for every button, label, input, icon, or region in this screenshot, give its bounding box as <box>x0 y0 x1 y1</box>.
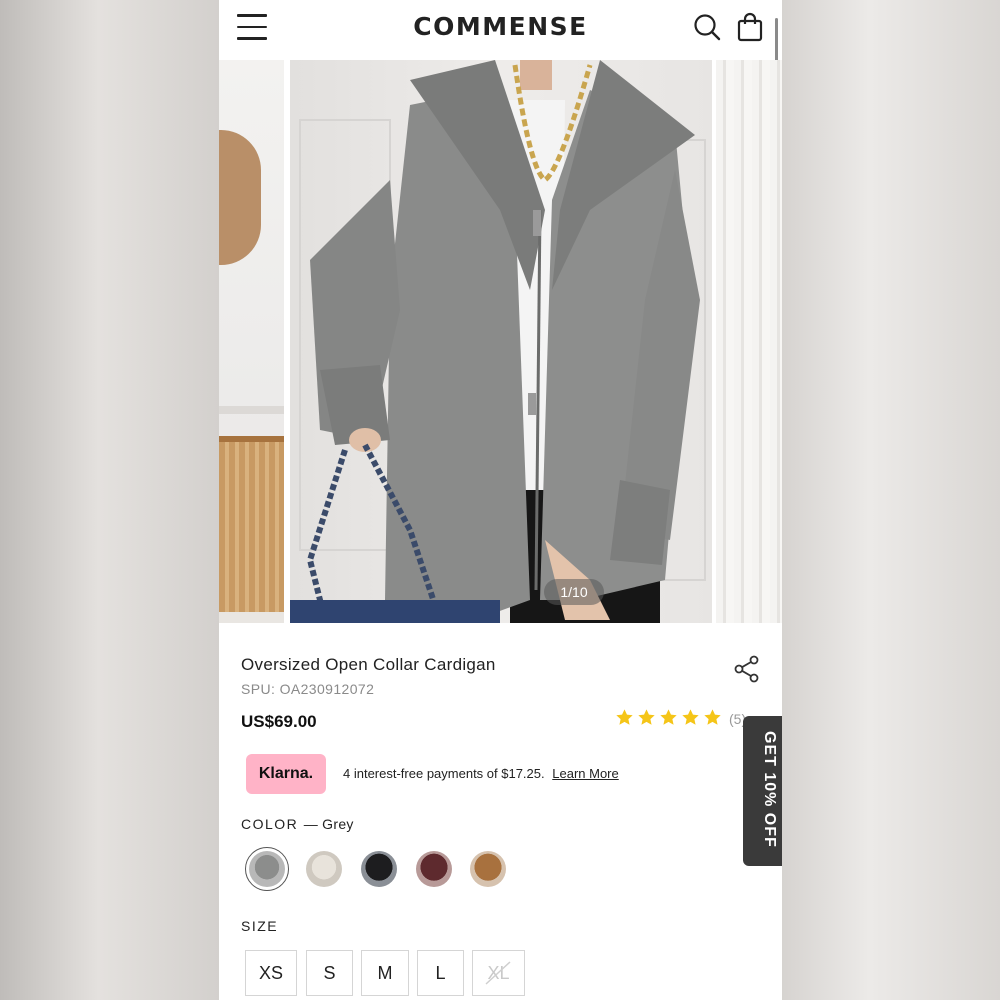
size-option-xs[interactable]: XS <box>245 950 297 996</box>
product-gallery[interactable]: 1/10 <box>219 60 782 623</box>
size-label: SIZE <box>241 918 279 934</box>
size-option-xl: XL <box>472 950 525 996</box>
discount-promo-tab[interactable]: GET 10% OFF <box>743 716 782 866</box>
search-icon[interactable] <box>693 12 721 42</box>
promo-text: GET 10% OFF <box>761 731 778 848</box>
color-label-text: COLOR <box>241 816 299 832</box>
size-option-s[interactable]: S <box>306 950 353 996</box>
star-icon <box>704 709 721 725</box>
star-icon <box>638 709 655 725</box>
main-product-image[interactable]: 1/10 <box>290 60 712 623</box>
klarna-badge: Klarna. <box>246 754 326 794</box>
phone-screen: COMMENSE 1/10 Oversized Open Collar Card… <box>219 0 782 1000</box>
product-title: Oversized Open Collar Cardigan <box>241 655 496 674</box>
learn-more-link[interactable]: Learn More <box>552 766 618 781</box>
klarna-text: 4 interest-free payments of $17.25. <box>343 766 545 781</box>
share-icon[interactable] <box>734 655 760 683</box>
color-swatch-black[interactable] <box>361 851 397 887</box>
size-option-l[interactable]: L <box>417 950 464 996</box>
color-swatch-camel[interactable] <box>470 851 506 887</box>
star-rating[interactable] <box>615 708 725 732</box>
color-swatch-burgundy[interactable] <box>416 851 452 887</box>
product-spu: SPU: OA230912072 <box>241 681 375 697</box>
color-swatch-cream[interactable] <box>306 851 342 887</box>
star-icon <box>682 709 699 725</box>
image-counter: 1/10 <box>544 579 604 605</box>
shopping-bag-icon[interactable] <box>737 12 763 42</box>
selected-color: — Grey <box>303 816 354 832</box>
previous-product-image[interactable] <box>219 60 284 623</box>
background-left <box>0 0 219 1000</box>
header: COMMENSE <box>219 0 782 58</box>
klarna-info: 4 interest-free payments of $17.25. Lear… <box>343 766 619 781</box>
next-product-image[interactable] <box>716 60 782 623</box>
color-label: COLOR — Grey <box>241 816 354 832</box>
background-right <box>782 0 1000 1000</box>
star-icon <box>616 709 633 725</box>
star-icon <box>660 709 677 725</box>
product-price: US$69.00 <box>241 712 317 731</box>
size-option-m[interactable]: M <box>361 950 409 996</box>
color-swatch-grey[interactable] <box>249 851 285 887</box>
